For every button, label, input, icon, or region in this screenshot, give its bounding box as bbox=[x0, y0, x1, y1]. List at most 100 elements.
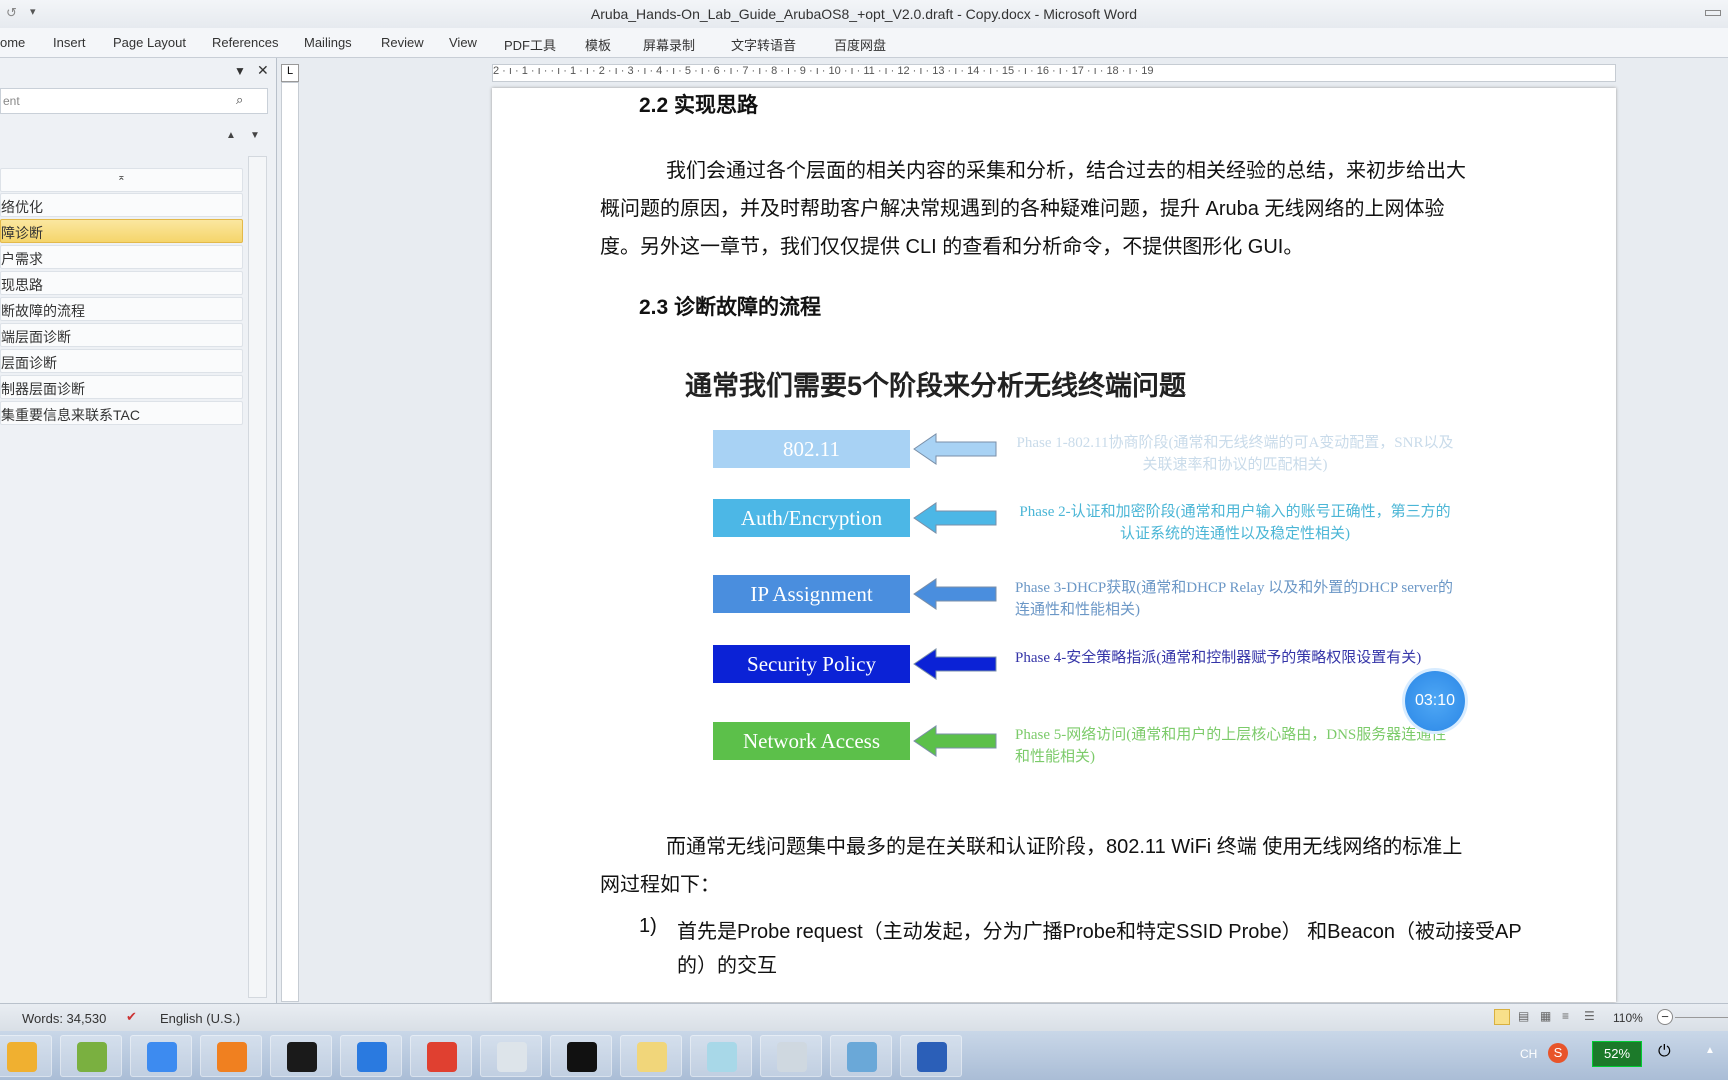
language-indicator[interactable]: English (U.S.) bbox=[160, 1011, 240, 1026]
tab-stop-selector[interactable]: L bbox=[281, 64, 299, 82]
paragraph-line: 概问题的原因，并及时帮助客户解决常规遇到的各种疑难问题，提升 Aruba 无线网… bbox=[600, 198, 1445, 220]
full-screen-reading-button[interactable]: ▤ bbox=[1518, 1009, 1529, 1023]
paragraph-line: 网过程如下： bbox=[600, 874, 720, 896]
hashtag-icon bbox=[217, 1042, 247, 1072]
notes-icon bbox=[707, 1042, 737, 1072]
tab-references[interactable]: References bbox=[212, 35, 278, 50]
close-pane-button[interactable]: ✕ bbox=[257, 62, 269, 79]
zoom-level[interactable]: 110% bbox=[1613, 1011, 1643, 1025]
print-layout-view-button[interactable] bbox=[1494, 1009, 1510, 1025]
tab-home[interactable]: ome bbox=[0, 35, 25, 50]
nav-heading[interactable]: 集重要信息来联系TAC bbox=[0, 401, 243, 425]
tab-text-to-speech[interactable]: 文字转语音 bbox=[731, 35, 796, 54]
vertical-ruler bbox=[281, 82, 299, 1002]
phase-box: 802.11 bbox=[713, 430, 910, 468]
taskbar-button[interactable] bbox=[480, 1035, 542, 1077]
taskbar-button[interactable] bbox=[830, 1035, 892, 1077]
taskbar-button[interactable] bbox=[60, 1035, 122, 1077]
terminal-icon bbox=[567, 1042, 597, 1072]
search-icon[interactable]: ⌕ bbox=[236, 92, 243, 108]
taskbar-button[interactable] bbox=[0, 1035, 52, 1077]
phase-box: Security Policy bbox=[713, 645, 910, 683]
phase-description: Phase 5-网络访问(通常和用户的上层核心路由，DNS服务器连通性和性能相关… bbox=[1015, 727, 1447, 765]
nav-scrollbar[interactable] bbox=[248, 156, 267, 998]
left-arrow-icon bbox=[913, 502, 997, 534]
phase-description: Phase 4-安全策略指派(通常和控制器赋予的策略权限设置有关) bbox=[1015, 650, 1422, 666]
nav-heading[interactable]: 层面诊断 bbox=[0, 349, 243, 373]
tab-mailings[interactable]: Mailings bbox=[304, 35, 352, 50]
nav-heading[interactable]: 现思路 bbox=[0, 271, 243, 295]
tab-baidu-netdisk[interactable]: 百度网盘 bbox=[834, 35, 886, 54]
phase-box: IP Assignment bbox=[713, 575, 910, 613]
taskbar-button[interactable] bbox=[410, 1035, 472, 1077]
web-layout-button[interactable]: ▦ bbox=[1540, 1009, 1551, 1023]
status-bar: Words: 34,530 ✔ English (U.S.) ▤ ▦ ≡ ☰ 1… bbox=[0, 1003, 1728, 1031]
paragraph-line: 而通常无线问题集中最多的是在关联和认证阶段，802.11 WiFi 终端 使用无… bbox=[666, 836, 1463, 858]
draft-view-button[interactable]: ☰ bbox=[1584, 1009, 1595, 1023]
window-title: Aruba_Hands-On_Lab_Guide_ArubaOS8_+opt_V… bbox=[590, 6, 1138, 22]
show-hidden-icons-button[interactable]: ▲ bbox=[1705, 1045, 1715, 1056]
taskbar-button[interactable] bbox=[270, 1035, 332, 1077]
tab-view[interactable]: View bbox=[449, 35, 477, 50]
left-arrow-icon bbox=[913, 433, 997, 465]
minimize-button[interactable] bbox=[1705, 10, 1721, 16]
paragraph-line: 我们会通过各个层面的相关内容的采集和分析，结合过去的相关经验的总结，来初步给出大 bbox=[666, 160, 1466, 182]
recording-timer[interactable]: 03:10 bbox=[1405, 671, 1465, 731]
taskbar-button[interactable] bbox=[200, 1035, 262, 1077]
calculator-icon bbox=[777, 1042, 807, 1072]
tab-pdf-tools[interactable]: PDF工具 bbox=[504, 35, 556, 54]
sogou-icon[interactable]: S bbox=[1548, 1043, 1568, 1063]
s-app-icon bbox=[287, 1042, 317, 1072]
word-icon bbox=[917, 1042, 947, 1072]
nav-heading[interactable]: 络优化 bbox=[0, 193, 243, 217]
proofing-icon[interactable]: ✔ bbox=[126, 1009, 137, 1025]
outline-view-button[interactable]: ≡ bbox=[1562, 1009, 1569, 1023]
tab-screen-record[interactable]: 屏幕录制 bbox=[643, 35, 695, 54]
taskbar-button[interactable] bbox=[550, 1035, 612, 1077]
collapse-all-button[interactable]: ⌅ bbox=[0, 168, 243, 192]
taskbar-button[interactable] bbox=[620, 1035, 682, 1077]
nav-heading[interactable]: 断故障的流程 bbox=[0, 297, 243, 321]
zoom-out-button[interactable]: − bbox=[1657, 1009, 1673, 1025]
nav-heading[interactable]: 户需求 bbox=[0, 245, 243, 269]
pane-options-icon[interactable]: ▼ bbox=[234, 64, 246, 78]
phase-description: Phase 3-DHCP获取(通常和DHCP Relay 以及和外置的DHCP … bbox=[1015, 580, 1454, 618]
taskbar-button[interactable] bbox=[690, 1035, 752, 1077]
power-plug-icon[interactable]: ⏻ bbox=[1658, 1043, 1671, 1061]
nav-heading[interactable]: 端层面诊断 bbox=[0, 323, 243, 347]
word-count[interactable]: Words: 34,530 bbox=[22, 1011, 106, 1026]
horizontal-ruler[interactable]: 2 · ı · 1 · ı · · ı · 1 · ı · 2 · ı · 3 … bbox=[492, 64, 1616, 82]
list-item-line: 的）的交互 bbox=[677, 955, 777, 977]
left-arrow-icon bbox=[913, 725, 997, 757]
previous-heading-button[interactable]: ▲ bbox=[226, 130, 236, 141]
taskbar-button[interactable] bbox=[130, 1035, 192, 1077]
tab-templates[interactable]: 模板 bbox=[585, 35, 611, 54]
search-document-input[interactable]: ent bbox=[0, 88, 268, 114]
zoom-icon bbox=[147, 1042, 177, 1072]
diagram-title: 通常我们需要5个阶段来分析无线终端问题 bbox=[685, 371, 1187, 401]
battery-indicator[interactable]: 52% bbox=[1592, 1041, 1642, 1067]
tab-insert[interactable]: Insert bbox=[53, 35, 86, 50]
taskbar-button[interactable] bbox=[340, 1035, 402, 1077]
list-number: 1) bbox=[639, 915, 657, 937]
phase-box: Auth/Encryption bbox=[713, 499, 910, 537]
phase-description: Phase 1-802.11协商阶段(通常和无线终端的可A变动配置，SNR以及关… bbox=[1016, 435, 1454, 473]
taskbar-button[interactable] bbox=[900, 1035, 962, 1077]
nav-heading[interactable]: 制器层面诊断 bbox=[0, 375, 243, 399]
ime-indicator[interactable]: CH bbox=[1520, 1047, 1537, 1061]
left-arrow-icon bbox=[913, 648, 997, 680]
left-arrow-icon bbox=[913, 578, 997, 610]
tab-review[interactable]: Review bbox=[381, 35, 424, 50]
m-app-icon bbox=[357, 1042, 387, 1072]
tab-page-layout[interactable]: Page Layout bbox=[113, 35, 186, 50]
ribbon-tabs: ome Insert Page Layout References Mailin… bbox=[0, 28, 1728, 58]
taskbar-button[interactable] bbox=[760, 1035, 822, 1077]
heading-2-2: 2.2 实现思路 bbox=[639, 94, 759, 117]
zoom-slider[interactable] bbox=[1675, 1017, 1728, 1018]
heading-2-3: 2.3 诊断故障的流程 bbox=[639, 296, 822, 319]
next-heading-button[interactable]: ▼ bbox=[250, 130, 260, 141]
nav-heading-selected[interactable]: 障诊断 bbox=[0, 219, 243, 243]
remote-desktop-icon bbox=[847, 1042, 877, 1072]
document-page[interactable]: 2.2 实现思路 我们会通过各个层面的相关内容的采集和分析，结合过去的相关经验的… bbox=[492, 88, 1616, 1002]
vmware-icon bbox=[77, 1042, 107, 1072]
